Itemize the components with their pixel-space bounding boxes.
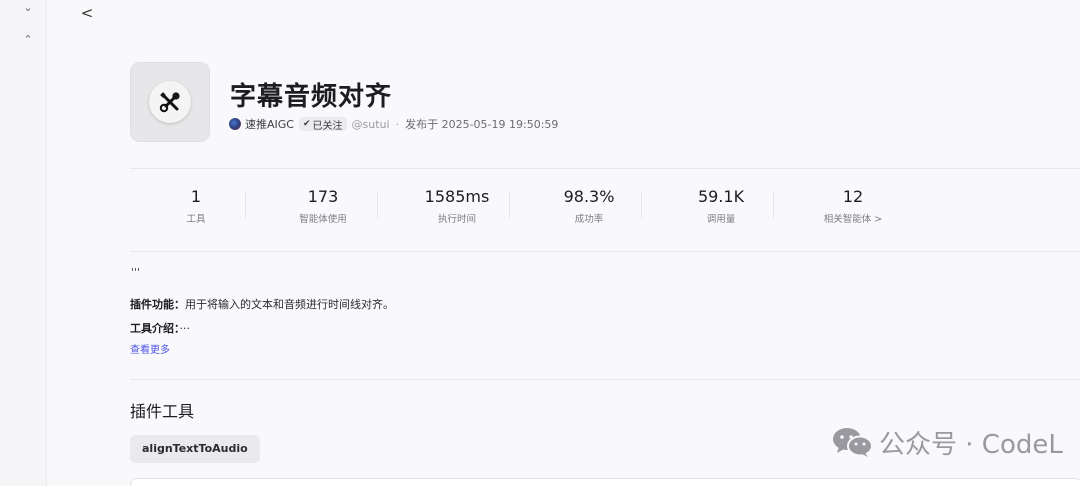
- left-rail: ⌄ ⌃: [0, 0, 47, 486]
- stat-success-rate: 98.3% 成功率: [523, 186, 655, 231]
- avatar[interactable]: [229, 118, 241, 130]
- publish-date: 发布于 2025-05-19 19:50:59: [405, 118, 559, 131]
- stat-agent-usage: 173 智能体使用: [257, 186, 389, 231]
- wechat-icon: [833, 428, 873, 457]
- stat-label: 工具: [186, 214, 206, 225]
- stat-label: 相关智能体 >: [823, 214, 883, 225]
- stat-divider: [377, 192, 378, 218]
- chevron-down-icon[interactable]: ⌄: [20, 0, 36, 16]
- stat-label: 执行时间: [437, 214, 476, 225]
- stat-value: 98.3%: [563, 187, 615, 206]
- main-content: < 字幕音频对齐 速推AIGC ✔ 已关注 @sutui · 发布于 2025-…: [47, 0, 1080, 486]
- author-handle: @sutui: [351, 117, 390, 131]
- divider: [130, 168, 1080, 169]
- intro-text: ···: [179, 322, 191, 335]
- divider: [130, 251, 1080, 252]
- stat-value: 1585ms: [424, 187, 490, 206]
- plugin-detail-page: ⌄ ⌃ < 字幕音频对齐 速推AIGC ✔ 已关注 @sutui · 发布于 2…: [0, 0, 1080, 486]
- author-name[interactable]: 速推AIGC: [245, 116, 294, 132]
- plugin-logo: [130, 62, 210, 142]
- description-quote: ''': [131, 266, 141, 279]
- watermark-text: 公众号 · CodeL: [879, 429, 1063, 460]
- stat-divider: [641, 192, 642, 218]
- stat-divider: [773, 192, 774, 218]
- stat-value: 1: [190, 187, 202, 206]
- stat-divider: [509, 192, 510, 218]
- stat-tools: 1 工具: [130, 186, 262, 231]
- follow-label: 已关注: [312, 120, 343, 132]
- stat-value: 173: [307, 187, 339, 206]
- tool-intro: 工具介绍：···: [130, 320, 190, 336]
- feature-label: 插件功能：: [130, 298, 185, 311]
- stats-bar: 1 工具 173 智能体使用 1585ms 执行时间 98.3% 成功率 59.…: [130, 186, 910, 231]
- stat-exec-time: 1585ms 执行时间: [391, 186, 523, 231]
- separator: ·: [395, 117, 400, 131]
- feature-text: 用于将输入的文本和音频进行时间线对齐。: [185, 298, 394, 311]
- page-title: 字幕音频对齐: [230, 82, 393, 112]
- feature-description: 插件功能：用于将输入的文本和音频进行时间线对齐。: [130, 296, 394, 312]
- related-agents-link[interactable]: 12 相关智能体 >: [787, 186, 919, 231]
- follow-button[interactable]: ✔ 已关注: [298, 117, 347, 132]
- stat-divider: [245, 192, 246, 218]
- watermark: 公众号 · CodeL: [831, 424, 1063, 460]
- section-title: 插件工具: [130, 402, 195, 421]
- stat-value: 12: [842, 187, 864, 206]
- divider: [130, 379, 1080, 380]
- tool-chip[interactable]: alignTextToAudio: [130, 435, 260, 463]
- stat-label: 成功率: [574, 214, 604, 225]
- check-icon: ✔: [302, 119, 311, 129]
- plugin-meta: 速推AIGC ✔ 已关注 @sutui · 发布于 2025-05-19 19:…: [229, 116, 558, 132]
- stat-label: 智能体使用: [299, 214, 347, 225]
- back-button[interactable]: <: [77, 3, 97, 23]
- scissors-tools-icon: [149, 81, 191, 123]
- stat-call-volume: 59.1K 调用量: [655, 186, 787, 231]
- chevron-up-icon[interactable]: ⌃: [20, 32, 36, 48]
- stat-value: 59.1K: [697, 187, 745, 206]
- stat-label: 调用量: [706, 214, 736, 225]
- intro-label: 工具介绍：: [130, 322, 180, 335]
- tool-detail-panel: [130, 478, 1080, 486]
- see-more-link[interactable]: 查看更多: [130, 341, 170, 356]
